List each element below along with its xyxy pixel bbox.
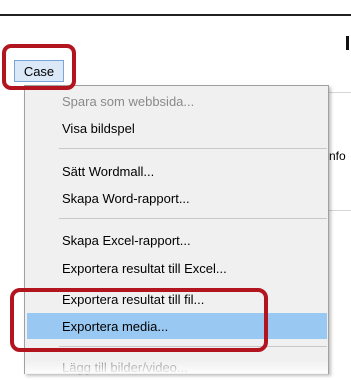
menu-item-label: Visa bildspel: [62, 120, 135, 136]
background-partial-text: nfo: [329, 149, 346, 163]
menu-item-export-results-file[interactable]: Exportera resultat till fil...: [27, 286, 327, 312]
menu-item-label: Skapa Word-rapport...: [62, 190, 190, 206]
menu-item-label: Skapa Excel-rapport...: [62, 232, 191, 248]
menu-item-slideshow[interactable]: Visa bildspel: [27, 115, 327, 141]
menu-separator: [59, 346, 327, 347]
menu-item-add-images-video[interactable]: Lägg till bilder/video...: [27, 354, 327, 380]
menu-separator: [59, 148, 327, 149]
menu-item-set-word-template[interactable]: Sätt Wordmall...: [27, 158, 327, 184]
menu-case-label: Case: [23, 63, 55, 79]
menu-item-label: Exportera media...: [62, 318, 169, 334]
menu-item-create-word-report[interactable]: Skapa Word-rapport...: [27, 185, 327, 211]
menu-case[interactable]: Case: [14, 60, 64, 82]
menu-item-label: Sätt Wordmall...: [62, 163, 155, 179]
menu-item-label: Exportera resultat till fil...: [62, 291, 205, 307]
menu-item-export-results-excel[interactable]: Exportera resultat till Excel...: [27, 255, 327, 281]
menu-item-export-media[interactable]: Exportera media...: [27, 313, 327, 339]
menu-item-create-excel-report[interactable]: Skapa Excel-rapport...: [27, 227, 327, 253]
menu-separator: [59, 218, 327, 219]
menu-item-label: Exportera resultat till Excel...: [62, 260, 227, 276]
menu-item-label: Spara som webbsida...: [62, 93, 195, 109]
top-right-accent: [346, 36, 349, 50]
window-top-edge: [0, 0, 351, 16]
background-panel: [328, 92, 351, 374]
case-menu-dropdown: Spara som webbsida... Visa bildspel Sätt…: [24, 85, 329, 375]
menu-item-save-as-webpage[interactable]: Spara som webbsida...: [27, 88, 327, 114]
background-divider: [328, 210, 351, 211]
background-divider: [328, 92, 351, 93]
menu-item-label: Lägg till bilder/video...: [62, 359, 188, 375]
